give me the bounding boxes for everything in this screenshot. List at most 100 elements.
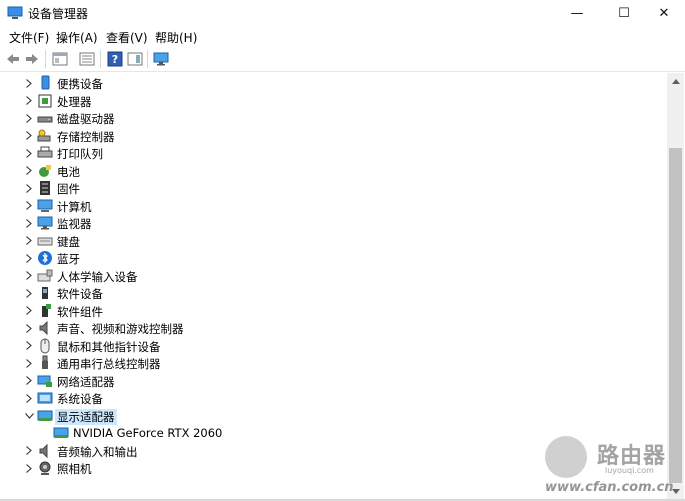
tree-category-item[interactable]: 存储控制器 (1, 128, 641, 145)
printer-icon (37, 145, 53, 161)
tree-category-item[interactable]: 键盘 (1, 233, 641, 250)
tree-item-label: 软件组件 (57, 304, 103, 319)
mouse-icon (37, 338, 53, 354)
tree-category-item[interactable]: 软件设备 (1, 285, 641, 302)
tree-category-item[interactable]: 磁盘驱动器 (1, 110, 641, 127)
tree-item-label: 声音、视频和游戏控制器 (57, 322, 184, 336)
tree-category-item[interactable]: 显示适配器 (1, 408, 641, 425)
chevron-down-icon[interactable] (24, 411, 34, 421)
chevron-right-icon[interactable] (24, 463, 34, 473)
computer-icon (37, 198, 53, 214)
back-arrow-icon[interactable] (4, 50, 22, 68)
chevron-right-icon[interactable] (24, 393, 34, 403)
processor-icon (37, 93, 53, 109)
tree-item-label: 固件 (57, 182, 80, 196)
tree-category-item[interactable]: 打印队列 (1, 145, 641, 162)
tree-category-item[interactable]: 软件组件 (1, 303, 641, 320)
chevron-right-icon[interactable] (24, 218, 34, 228)
chevron-right-icon[interactable] (24, 341, 34, 351)
chevron-right-icon[interactable] (24, 271, 34, 281)
tree-category-item[interactable]: 人体学输入设备 (1, 268, 641, 285)
chevron-right-icon[interactable] (24, 288, 34, 298)
tree-item-label: 便携设备 (57, 77, 103, 91)
forward-arrow-icon[interactable] (23, 50, 41, 68)
router-logo-icon (545, 436, 587, 478)
chevron-right-icon[interactable] (24, 253, 34, 263)
chevron-right-icon[interactable] (24, 446, 34, 456)
watermark-url: www.cfan.com.cn (545, 480, 674, 495)
minimize-button[interactable]: — (555, 0, 599, 26)
chevron-right-icon[interactable] (24, 113, 34, 123)
tree-category-item[interactable]: 处理器 (1, 93, 641, 110)
display-adapter-icon (53, 425, 69, 441)
disk-drive-icon (37, 110, 53, 126)
title-bar: 设备管理器 — ☐ ✕ (0, 0, 685, 26)
tree-item-label: 电池 (57, 164, 80, 179)
chevron-right-icon[interactable] (24, 131, 34, 141)
storage-controller-icon (37, 128, 53, 144)
tree-item-label: NVIDIA GeForce RTX 2060 (73, 426, 223, 440)
tree-item-label: 系统设备 (57, 392, 103, 406)
usb-icon (37, 355, 53, 371)
tree-item-label: 键盘 (57, 234, 80, 249)
tree-category-item[interactable]: 声音、视频和游戏控制器 (1, 320, 641, 337)
software-component-icon (37, 303, 53, 319)
window-title: 设备管理器 (28, 7, 89, 21)
tree-item-label: 软件设备 (57, 287, 103, 301)
software-device-icon (37, 285, 53, 301)
menu-file[interactable]: 文件(F) (9, 29, 49, 46)
system-device-icon (37, 390, 53, 406)
portable-device-icon (37, 75, 53, 91)
watermark: 路由器 luyouqi.com www.cfan.com.cn (545, 430, 685, 500)
chevron-right-icon[interactable] (24, 96, 34, 106)
menu-action[interactable]: 操作(A) (56, 29, 98, 46)
tree-category-item[interactable]: 电池 (1, 163, 641, 180)
chevron-right-icon[interactable] (24, 183, 34, 193)
scroll-up-arrow-icon[interactable] (667, 73, 684, 90)
menu-view[interactable]: 查看(V) (106, 29, 148, 46)
chevron-right-icon[interactable] (24, 358, 34, 368)
chevron-right-icon[interactable] (24, 166, 34, 176)
tree-item-label: 蓝牙 (57, 252, 80, 266)
help-icon[interactable]: ? (106, 50, 124, 68)
battery-icon (37, 163, 53, 179)
tree-item-label: 网络适配器 (57, 374, 115, 389)
watermark-subtitle: luyouqi.com (605, 466, 654, 475)
chevron-right-icon[interactable] (24, 376, 34, 386)
maximize-button[interactable]: ☐ (602, 0, 646, 26)
tree-category-item[interactable]: 便携设备 (1, 75, 641, 92)
close-button[interactable]: ✕ (642, 0, 685, 26)
monitor-icon[interactable] (152, 50, 170, 68)
device-manager-icon (7, 6, 23, 19)
device-list-icon[interactable] (78, 50, 96, 68)
monitor-icon (37, 215, 53, 231)
tree-item-label: 磁盘驱动器 (57, 112, 115, 126)
tree-category-item[interactable]: 蓝牙 (1, 250, 641, 267)
tree-category-item[interactable]: 固件 (1, 180, 641, 197)
tree-item-label: 人体学输入设备 (57, 269, 138, 284)
tree-item-label: 通用串行总线控制器 (57, 357, 161, 371)
tree-item-label: 监视器 (57, 217, 92, 231)
chevron-right-icon[interactable] (24, 148, 34, 158)
audio-io-icon (37, 443, 53, 459)
svg-text:?: ? (112, 53, 118, 66)
tree-category-item[interactable]: 通用串行总线控制器 (1, 355, 641, 372)
chevron-right-icon[interactable] (24, 323, 34, 333)
chevron-right-icon[interactable] (24, 78, 34, 88)
properties-icon[interactable] (51, 50, 69, 68)
firmware-icon (37, 180, 53, 196)
action-pane-icon[interactable] (126, 50, 144, 68)
tree-item-label: 鼠标和其他指针设备 (57, 339, 161, 354)
menu-help[interactable]: 帮助(H) (155, 29, 197, 46)
tree-category-item[interactable]: 鼠标和其他指针设备 (1, 338, 641, 355)
keyboard-icon (37, 233, 53, 249)
chevron-right-icon[interactable] (24, 306, 34, 316)
tree-category-item[interactable]: 计算机 (1, 198, 641, 215)
tree-category-item[interactable]: 系统设备 (1, 390, 641, 407)
tree-category-item[interactable]: 监视器 (1, 215, 641, 232)
camera-icon (37, 460, 53, 476)
tree-category-item[interactable]: 网络适配器 (1, 373, 641, 390)
chevron-right-icon[interactable] (24, 236, 34, 246)
chevron-right-icon[interactable] (24, 201, 34, 211)
tree-item-label: 照相机 (57, 462, 92, 476)
